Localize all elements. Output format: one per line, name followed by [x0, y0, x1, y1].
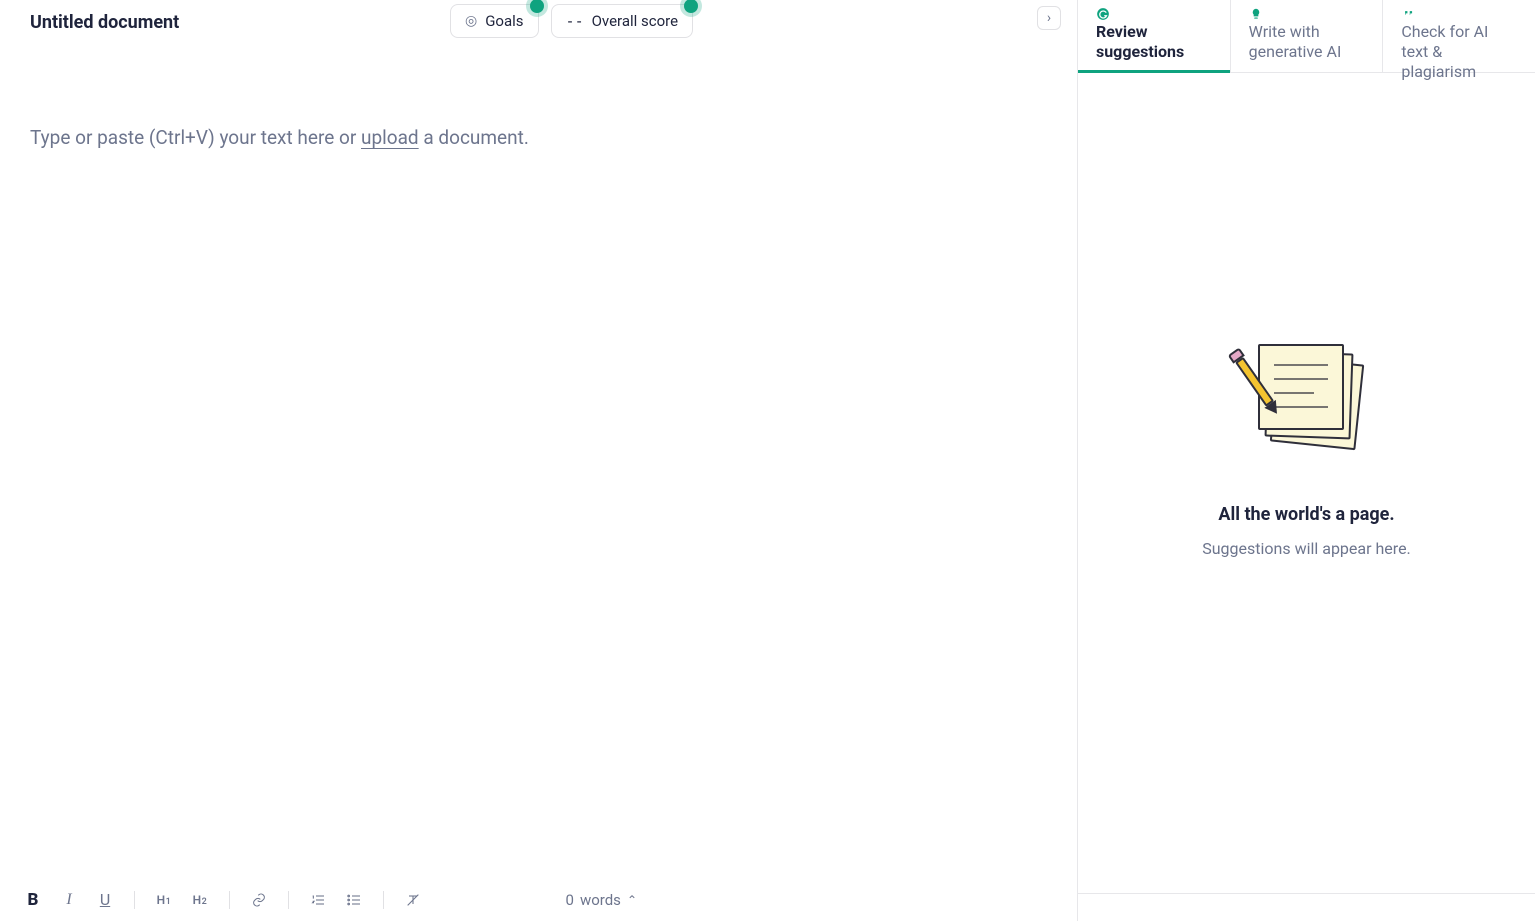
placeholder-text-before: Type or paste (Ctrl+V) your text here or	[30, 126, 361, 149]
heading1-button[interactable]: H1	[151, 887, 177, 913]
numbered-list-button[interactable]	[305, 887, 331, 913]
score-label: Overall score	[592, 12, 678, 30]
editor-placeholder: Type or paste (Ctrl+V) your text here or…	[30, 126, 1047, 149]
link-button[interactable]	[246, 887, 272, 913]
link-icon	[251, 892, 267, 908]
side-panel: Review suggestions Write with generative…	[1077, 0, 1535, 921]
word-count-label: words	[580, 891, 621, 909]
h2-letter: H	[193, 893, 202, 907]
empty-state-subtitle: Suggestions will appear here.	[1202, 539, 1411, 558]
word-count[interactable]: 0 words ⌃	[566, 891, 1057, 909]
toolbar-separator	[134, 891, 135, 909]
goals-label: Goals	[485, 12, 523, 30]
collapse-sidebar-button[interactable]: ›	[1037, 6, 1061, 30]
pulse-dot-icon	[530, 0, 544, 13]
chevron-up-icon: ⌃	[627, 893, 637, 907]
side-panel-footer	[1078, 893, 1535, 921]
suggestions-empty-state: All the world's a page. Suggestions will…	[1078, 73, 1535, 893]
tab-label: Write with generative AI	[1249, 22, 1365, 62]
toolbar-separator	[383, 891, 384, 909]
target-icon: ◎	[465, 13, 477, 29]
clear-formatting-icon	[405, 892, 421, 908]
italic-button[interactable]: I	[56, 887, 82, 913]
toolbar-separator	[288, 891, 289, 909]
h1-letter: H	[157, 893, 166, 907]
numbered-list-icon	[310, 892, 326, 908]
tab-label: Check for AI text & plagiarism	[1401, 22, 1517, 82]
underline-button[interactable]: U	[92, 887, 118, 913]
h2-sub: 2	[202, 897, 208, 907]
notepad-illustration	[1252, 348, 1362, 448]
clear-formatting-button[interactable]	[400, 887, 426, 913]
overall-score-button[interactable]: -- Overall score	[551, 4, 694, 38]
h1-sub: 1	[166, 897, 172, 907]
placeholder-text-after: a document.	[419, 126, 529, 149]
tab-review-suggestions[interactable]: Review suggestions	[1078, 0, 1231, 72]
top-bar: Untitled document ◎ Goals -- Overall sco…	[0, 0, 1077, 44]
tab-label: Review suggestions	[1096, 22, 1212, 62]
grammarly-icon	[1096, 6, 1110, 20]
editor-column: Untitled document ◎ Goals -- Overall sco…	[0, 0, 1077, 921]
top-controls: ◎ Goals -- Overall score	[450, 4, 693, 38]
bulleted-list-icon	[346, 892, 362, 908]
pulse-dot-icon	[684, 0, 698, 13]
lightbulb-icon	[1249, 6, 1263, 20]
goals-button[interactable]: ◎ Goals	[450, 4, 539, 38]
upload-link[interactable]: upload	[361, 126, 419, 149]
chevron-right-icon: ›	[1047, 10, 1051, 26]
score-value: --	[566, 12, 584, 30]
tab-write-generative-ai[interactable]: Write with generative AI	[1231, 0, 1384, 72]
tab-check-plagiarism[interactable]: Check for AI text & plagiarism	[1383, 0, 1535, 72]
document-title[interactable]: Untitled document	[30, 12, 179, 33]
toolbar-separator	[229, 891, 230, 909]
word-count-value: 0	[566, 891, 574, 909]
heading2-button[interactable]: H2	[187, 887, 213, 913]
bold-button[interactable]: B	[20, 887, 46, 913]
empty-state-title: All the world's a page.	[1218, 504, 1394, 525]
quote-icon	[1401, 6, 1415, 20]
editor-area[interactable]: Type or paste (Ctrl+V) your text here or…	[0, 44, 1077, 877]
formatting-toolbar: B I U H1 H2 0 words ⌃	[0, 877, 1077, 921]
bulleted-list-button[interactable]	[341, 887, 367, 913]
side-tabs: Review suggestions Write with generative…	[1078, 0, 1535, 73]
